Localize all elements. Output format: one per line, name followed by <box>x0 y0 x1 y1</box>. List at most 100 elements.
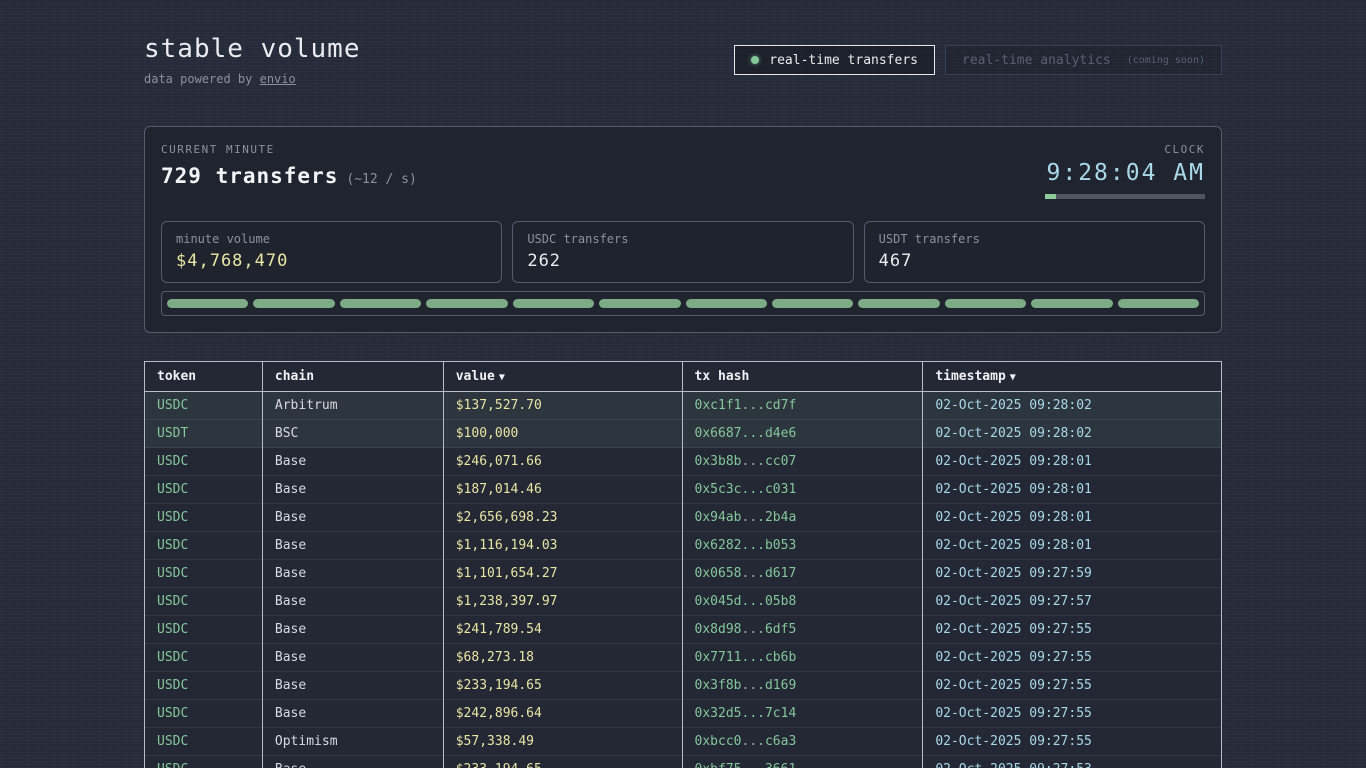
tx-hash-link[interactable]: 0x3f8b...d169 <box>682 672 923 700</box>
tab-transfers-label: real-time transfers <box>769 53 918 68</box>
transfers-line: 729 transfers (~12 / s) <box>161 164 417 188</box>
activity-segment-bar <box>161 291 1205 316</box>
table-header-row: token chain value▼ tx hash timestamp▼ <box>145 362 1222 392</box>
value-cell: $2,656,698.23 <box>443 504 682 532</box>
chain-cell: BSC <box>262 420 443 448</box>
stat-mini-cards: minute volume $4,768,470 USDC transfers … <box>161 221 1205 283</box>
chain-cell: Base <box>262 756 443 768</box>
timestamp-cell: 02-Oct-2025 09:27:55 <box>923 644 1222 672</box>
timestamp-cell: 02-Oct-2025 09:28:02 <box>923 392 1222 420</box>
value-cell: $246,071.66 <box>443 448 682 476</box>
usdt-transfers-value: 467 <box>879 251 1190 271</box>
transfers-count: 729 transfers <box>161 164 338 188</box>
clock-label: CLOCK <box>1045 143 1205 156</box>
token-cell: USDC <box>145 532 263 560</box>
tx-hash-link[interactable]: 0x94ab...2b4a <box>682 504 923 532</box>
token-cell: USDC <box>145 560 263 588</box>
page-header: stable volume data powered by envio real… <box>144 34 1222 86</box>
table-row: USDC Base $187,014.46 0x5c3c...c031 02-O… <box>145 476 1222 504</box>
timestamp-cell: 02-Oct-2025 09:28:01 <box>923 532 1222 560</box>
sort-desc-icon: ▼ <box>1010 372 1016 383</box>
token-cell: USDC <box>145 448 263 476</box>
table-row: USDC Base $1,101,654.27 0x0658...d617 02… <box>145 560 1222 588</box>
value-cell: $187,014.46 <box>443 476 682 504</box>
clock-block: CLOCK 9:28:04 AM <box>1045 143 1205 199</box>
transfers-table-wrap: token chain value▼ tx hash timestamp▼ US… <box>144 361 1222 768</box>
minute-volume-value: $4,768,470 <box>176 251 487 271</box>
col-header-tx-hash: tx hash <box>682 362 923 392</box>
timestamp-cell: 02-Oct-2025 09:27:55 <box>923 700 1222 728</box>
table-row: USDC Base $1,116,194.03 0x6282...b053 02… <box>145 532 1222 560</box>
activity-segment <box>340 299 421 308</box>
minute-volume-label: minute volume <box>176 232 487 246</box>
table-row: USDC Base $246,071.66 0x3b8b...cc07 02-O… <box>145 448 1222 476</box>
tx-hash-link[interactable]: 0xbcc0...c6a3 <box>682 728 923 756</box>
timestamp-cell: 02-Oct-2025 09:27:57 <box>923 588 1222 616</box>
timestamp-cell: 02-Oct-2025 09:28:01 <box>923 448 1222 476</box>
token-cell: USDC <box>145 392 263 420</box>
tab-realtime-analytics[interactable]: real-time analytics (coming soon) <box>945 45 1222 75</box>
tx-hash-link[interactable]: 0x7711...cb6b <box>682 644 923 672</box>
transfers-table: token chain value▼ tx hash timestamp▼ US… <box>144 361 1222 768</box>
tx-hash-link[interactable]: 0x8d98...6df5 <box>682 616 923 644</box>
activity-segment <box>599 299 680 308</box>
usdc-transfers-card: USDC transfers 262 <box>512 221 853 283</box>
tx-hash-link[interactable]: 0x045d...05b8 <box>682 588 923 616</box>
tab-realtime-transfers[interactable]: real-time transfers <box>734 45 935 75</box>
value-cell: $233,194.65 <box>443 756 682 768</box>
usdc-transfers-value: 262 <box>527 251 838 271</box>
tx-hash-link[interactable]: 0x0658...d617 <box>682 560 923 588</box>
chain-cell: Base <box>262 672 443 700</box>
tx-hash-link[interactable]: 0x32d5...7c14 <box>682 700 923 728</box>
value-cell: $241,789.54 <box>443 616 682 644</box>
value-cell: $68,273.18 <box>443 644 682 672</box>
activity-segment <box>253 299 334 308</box>
token-cell: USDC <box>145 476 263 504</box>
token-cell: USDC <box>145 672 263 700</box>
value-cell: $57,338.49 <box>443 728 682 756</box>
tx-hash-link[interactable]: 0x6687...d4e6 <box>682 420 923 448</box>
page-container: stable volume data powered by envio real… <box>144 0 1222 768</box>
usdc-transfers-label: USDC transfers <box>527 232 838 246</box>
transfers-summary: CURRENT MINUTE 729 transfers (~12 / s) <box>161 143 417 188</box>
table-row: USDC Base $233,194.65 0xbf75...3661 02-O… <box>145 756 1222 768</box>
activity-segment <box>426 299 507 308</box>
token-cell: USDC <box>145 756 263 768</box>
token-cell: USDT <box>145 420 263 448</box>
table-row: USDC Arbitrum $137,527.70 0xc1f1...cd7f … <box>145 392 1222 420</box>
timestamp-cell: 02-Oct-2025 09:27:55 <box>923 616 1222 644</box>
value-cell: $1,238,397.97 <box>443 588 682 616</box>
token-cell: USDC <box>145 504 263 532</box>
chain-cell: Base <box>262 560 443 588</box>
table-row: USDC Base $233,194.65 0x3f8b...d169 02-O… <box>145 672 1222 700</box>
chain-cell: Arbitrum <box>262 392 443 420</box>
table-row: USDC Base $68,273.18 0x7711...cb6b 02-Oc… <box>145 644 1222 672</box>
clock-time: 9:28:04 AM <box>1045 160 1205 186</box>
stats-top-row: CURRENT MINUTE 729 transfers (~12 / s) C… <box>161 143 1205 199</box>
activity-segment <box>772 299 853 308</box>
tx-hash-link[interactable]: 0x5c3c...c031 <box>682 476 923 504</box>
page-title: stable volume <box>144 34 361 64</box>
tx-hash-link[interactable]: 0x6282...b053 <box>682 532 923 560</box>
col-header-timestamp[interactable]: timestamp▼ <box>923 362 1222 392</box>
powered-by: data powered by envio <box>144 72 361 86</box>
current-minute-label: CURRENT MINUTE <box>161 143 417 156</box>
value-cell: $1,101,654.27 <box>443 560 682 588</box>
col-header-value[interactable]: value▼ <box>443 362 682 392</box>
activity-segment <box>1031 299 1112 308</box>
chain-cell: Base <box>262 644 443 672</box>
activity-segment <box>513 299 594 308</box>
tx-hash-link[interactable]: 0xc1f1...cd7f <box>682 392 923 420</box>
value-cell: $242,896.64 <box>443 700 682 728</box>
coming-soon-badge: (coming soon) <box>1127 55 1205 66</box>
value-cell: $100,000 <box>443 420 682 448</box>
tx-hash-link[interactable]: 0x3b8b...cc07 <box>682 448 923 476</box>
timestamp-cell: 02-Oct-2025 09:27:59 <box>923 560 1222 588</box>
col-header-token: token <box>145 362 263 392</box>
envio-link[interactable]: envio <box>260 72 296 86</box>
timestamp-cell: 02-Oct-2025 09:27:53 <box>923 756 1222 768</box>
minute-progress-bar <box>1045 194 1205 199</box>
transfers-rate: (~12 / s) <box>346 172 416 187</box>
current-minute-panel: CURRENT MINUTE 729 transfers (~12 / s) C… <box>144 126 1222 333</box>
tx-hash-link[interactable]: 0xbf75...3661 <box>682 756 923 768</box>
